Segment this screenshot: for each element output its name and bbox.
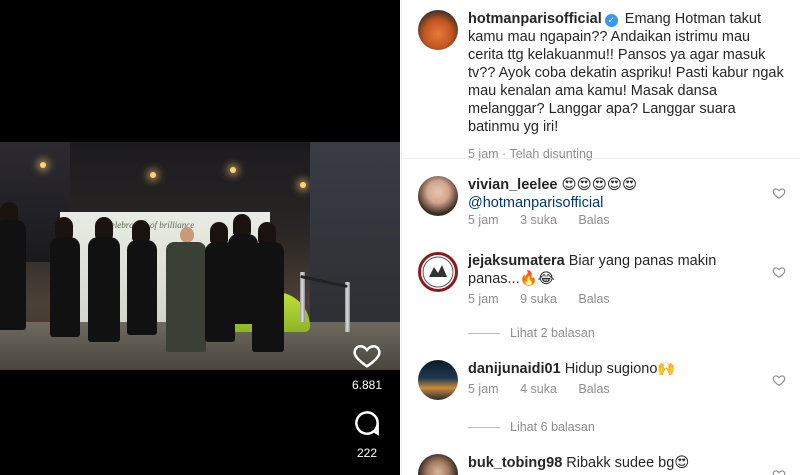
- heart-icon[interactable]: [772, 186, 786, 200]
- comments-panel: hotmanparisofficial ✓ Emang Hotman takut …: [401, 0, 800, 475]
- comment-meta: 5 jam 9 suka Balas: [468, 292, 628, 306]
- heart-icon[interactable]: [772, 468, 786, 475]
- avatar[interactable]: [418, 176, 458, 216]
- comment-time: 5 jam: [468, 213, 499, 227]
- comment-text: vivian_leelee 😍😍😍😍😍 @hotmanparisofficial: [468, 176, 748, 212]
- comment-username[interactable]: buk_tobing98: [468, 455, 562, 471]
- logo-icon: [422, 256, 454, 288]
- view-replies-label: Lihat 2 balasan: [510, 326, 595, 340]
- heart-icon[interactable]: [772, 373, 786, 387]
- ceiling-lamp: [40, 162, 46, 168]
- person-hair: [132, 220, 150, 242]
- person-hair: [210, 222, 228, 244]
- person: [127, 240, 157, 335]
- comment-text: buk_tobing98 Ribakk sudee bg😍: [468, 454, 748, 472]
- person-hair: [95, 217, 113, 239]
- heart-icon[interactable]: [772, 265, 786, 279]
- video-pane: a celebration of brilliance 6.881 222: [0, 0, 400, 475]
- comment-body: 😍😍😍😍😍: [561, 177, 638, 193]
- comment-bubble-icon[interactable]: [352, 408, 382, 438]
- ceiling-lamp: [150, 172, 156, 178]
- comment-text: danijunaidi01 Hidup sugiono🙌: [468, 360, 748, 378]
- comment-text: jejaksumatera Biar yang panas makin pana…: [468, 252, 748, 288]
- caption-text: hotmanparisofficial ✓ Emang Hotman takut …: [468, 10, 788, 163]
- person-hair: [55, 217, 73, 239]
- comment-likes[interactable]: 4 suka: [520, 382, 557, 396]
- replies-line: [468, 427, 500, 429]
- view-replies-button[interactable]: Lihat 2 balasan: [468, 326, 595, 340]
- person: [88, 237, 120, 342]
- replies-line: [468, 333, 500, 335]
- comment-username[interactable]: vivian_leelee: [468, 177, 558, 193]
- comment-body: Hidup sugiono🙌: [564, 361, 676, 377]
- comment-likes[interactable]: 9 suka: [520, 292, 557, 306]
- person: [50, 237, 80, 337]
- reply-button[interactable]: Balas: [578, 292, 609, 306]
- verified-badge-icon: ✓: [604, 14, 618, 27]
- avatar[interactable]: [418, 360, 458, 400]
- caption-meta: 5 jam · Telah disunting: [468, 147, 593, 161]
- video-player[interactable]: a celebration of brilliance: [0, 142, 400, 370]
- avatar[interactable]: [418, 252, 458, 292]
- avatar[interactable]: [418, 454, 458, 475]
- avatar[interactable]: [418, 10, 458, 50]
- ceiling-lamp: [300, 182, 306, 188]
- reply-button[interactable]: Balas: [578, 213, 609, 227]
- comments-count: 222: [356, 446, 378, 460]
- man-in-suit: [166, 242, 206, 352]
- comment-time: 5 jam: [468, 382, 499, 396]
- view-replies-button[interactable]: Lihat 6 balasan: [468, 420, 595, 434]
- comment-meta: 5 jam 3 suka Balas: [468, 213, 628, 227]
- view-replies-label: Lihat 6 balasan: [510, 420, 595, 434]
- caption-body: Emang Hotman takut kamu mau ngapain?? An…: [468, 11, 784, 135]
- comment-body: Ribakk sudee bg😍: [566, 455, 690, 471]
- stanchion-post: [345, 282, 350, 332]
- heart-icon[interactable]: [352, 340, 382, 370]
- person: [0, 220, 26, 330]
- divider: [402, 158, 800, 159]
- comment-likes[interactable]: 3 suka: [520, 213, 557, 227]
- comment-time: 5 jam: [468, 292, 499, 306]
- reply-button[interactable]: Balas: [578, 382, 609, 396]
- stanchion-post: [300, 272, 305, 322]
- person-head: [180, 227, 194, 243]
- comment-mention[interactable]: @hotmanparisofficial: [468, 195, 603, 211]
- video-actions: 6.881 222: [352, 340, 382, 460]
- comment-username[interactable]: danijunaidi01: [468, 361, 561, 377]
- person: [252, 242, 284, 352]
- comment-meta: 5 jam 4 suka Balas: [468, 382, 628, 396]
- likes-count: 6.881: [351, 378, 383, 392]
- caption-username[interactable]: hotmanparisofficial: [468, 11, 602, 27]
- person-hair: [233, 214, 251, 236]
- comment-username[interactable]: jejaksumatera: [468, 253, 565, 269]
- person-hair: [258, 222, 276, 244]
- ceiling-lamp: [230, 167, 236, 173]
